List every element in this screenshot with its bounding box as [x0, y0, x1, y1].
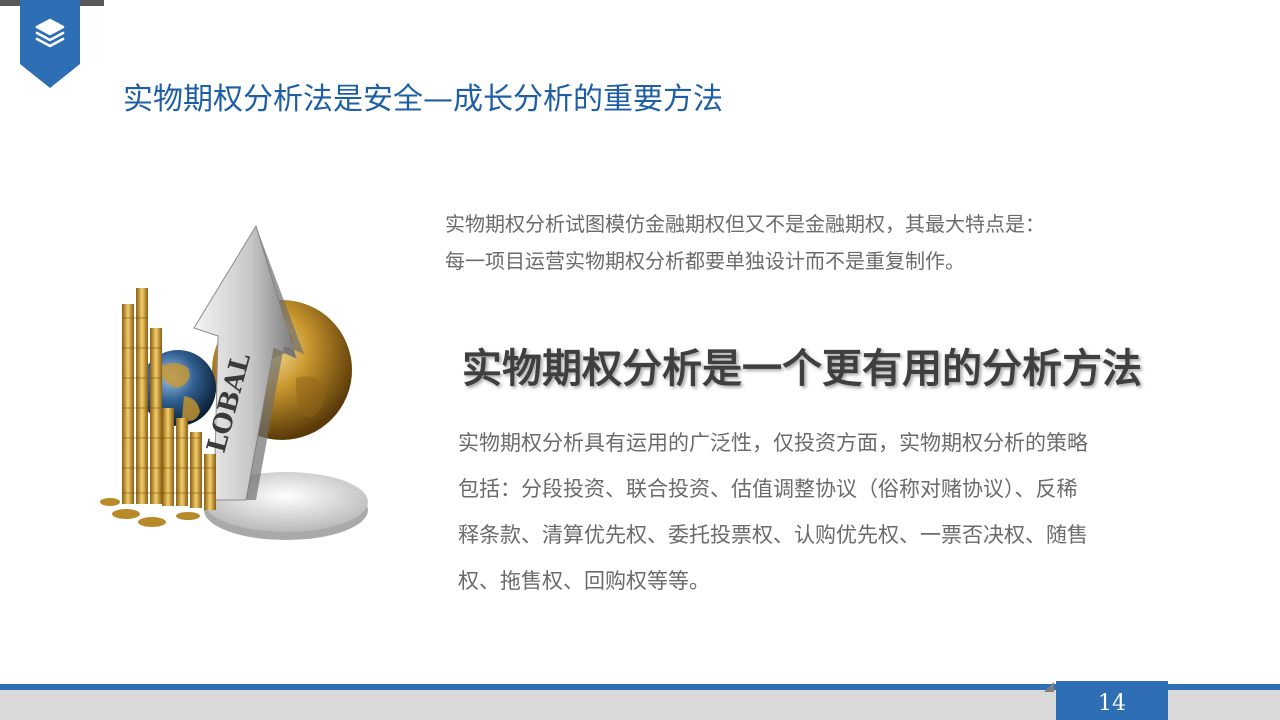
body-line: 释条款、清算优先权、委托投票权、认购优先权、一票否决权、随售	[458, 523, 1088, 547]
intro-line: 实物期权分析试图模仿金融期权但又不是金融期权，其最大特点是：	[445, 212, 1045, 236]
intro-paragraph: 实物期权分析试图模仿金融期权但又不是金融期权，其最大特点是： 每一项目运营实物期…	[445, 206, 1225, 280]
body-line: 权、拖售权、回购权等等。	[458, 569, 710, 593]
body-paragraph: 实物期权分析具有运用的广泛性，仅投资方面，实物期权分析的策略 包括：分段投资、联…	[458, 420, 1188, 604]
body-line: 实物期权分析具有运用的广泛性，仅投资方面，实物期权分析的策略	[458, 431, 1088, 455]
page-number: 14	[1056, 681, 1168, 720]
body-line: 包括：分段投资、联合投资、估值调整协议（俗称对赌协议）、反稀	[458, 477, 1078, 501]
intro-line: 每一项目运营实物期权分析都要单独设计而不是重复制作。	[445, 249, 965, 273]
footer-notch	[1044, 682, 1054, 692]
section-badge	[20, 0, 80, 88]
headline: 实物期权分析是一个更有用的分析方法	[462, 346, 1142, 392]
global-growth-illustration: LOBAL	[96, 218, 396, 548]
slide-title: 实物期权分析法是安全—成长分析的重要方法	[123, 82, 723, 117]
